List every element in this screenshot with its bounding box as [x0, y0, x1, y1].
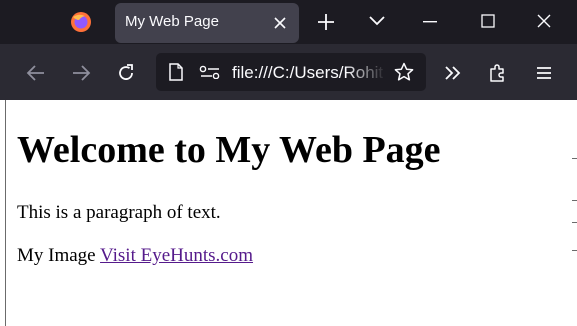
title-bar: My Web Page [0, 0, 577, 44]
reload-icon[interactable] [116, 63, 136, 83]
minimize-icon[interactable] [423, 21, 437, 23]
edge-line [572, 250, 577, 251]
page-paragraph: This is a paragraph of text. [17, 202, 221, 223]
forward-arrow-icon[interactable] [71, 63, 91, 83]
edge-line [572, 200, 577, 201]
firefox-icon[interactable] [70, 11, 92, 33]
hamburger-icon[interactable] [534, 63, 554, 83]
address-bar[interactable]: file:///C:/Users/Rohit [156, 53, 426, 91]
back-arrow-icon[interactable] [26, 63, 46, 83]
background-window-edge [572, 100, 577, 326]
plus-icon[interactable] [317, 13, 335, 31]
tab-title: My Web Page [125, 13, 219, 30]
permissions-icon[interactable] [199, 65, 221, 79]
close-icon[interactable] [273, 16, 287, 30]
chevron-down-icon[interactable] [368, 15, 386, 27]
eyehunts-link[interactable]: Visit EyeHunts.com [100, 245, 253, 266]
image-alt-text: My Image [17, 245, 96, 266]
navigation-toolbar: file:///C:/Users/Rohit [0, 44, 577, 100]
maximize-icon[interactable] [481, 14, 495, 28]
url-fade [346, 53, 386, 91]
active-tab[interactable]: My Web Page [115, 3, 299, 43]
page-heading: Welcome to My Web Page [17, 129, 441, 171]
image-line: My Image Visit EyeHunts.com [17, 245, 253, 267]
page-icon[interactable] [168, 63, 184, 81]
double-chevron-icon[interactable] [443, 63, 463, 83]
star-icon[interactable] [394, 62, 414, 82]
puzzle-icon[interactable] [488, 63, 508, 83]
page-content: Welcome to My Web Page This is a paragra… [5, 100, 577, 326]
edge-line [572, 158, 577, 159]
edge-line [572, 222, 577, 223]
close-icon[interactable] [537, 14, 551, 28]
